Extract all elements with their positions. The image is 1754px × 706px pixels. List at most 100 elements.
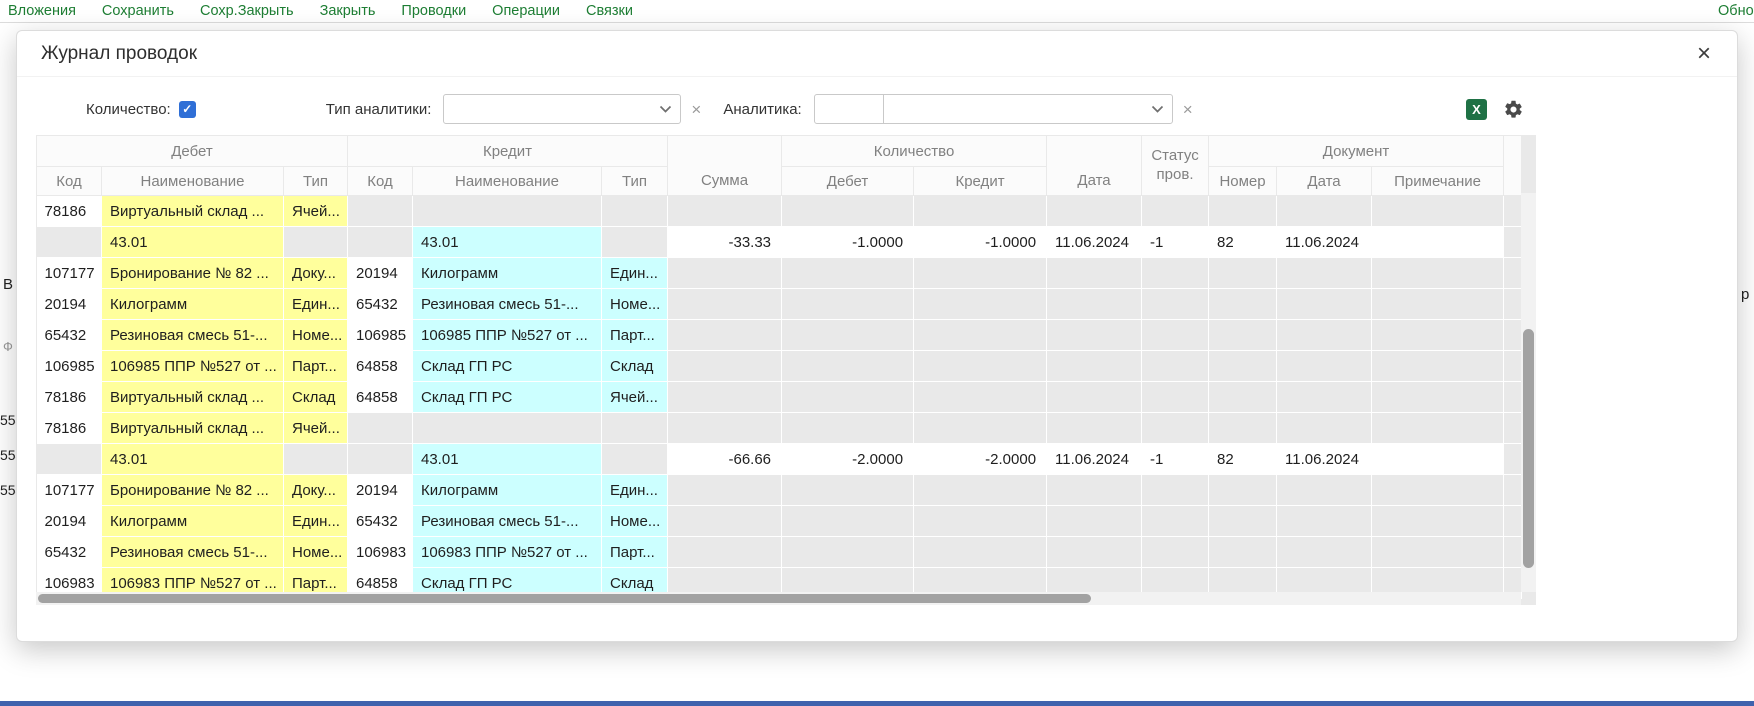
cell[interactable]: Номе... bbox=[602, 289, 668, 320]
cell[interactable]: Склад bbox=[284, 382, 348, 413]
clear-analytics-button[interactable]: × bbox=[1183, 101, 1193, 118]
cell[interactable] bbox=[782, 258, 914, 289]
cell[interactable]: 43.01 bbox=[413, 227, 602, 258]
cell[interactable]: Парт... bbox=[602, 537, 668, 568]
cell[interactable]: Номе... bbox=[284, 320, 348, 351]
cell[interactable]: 106983 bbox=[348, 537, 413, 568]
cell[interactable] bbox=[668, 320, 782, 351]
cell[interactable]: Килограмм bbox=[102, 506, 284, 537]
cell[interactable] bbox=[1209, 258, 1277, 289]
cell[interactable]: Виртуальный склад ... bbox=[102, 413, 284, 444]
cell[interactable]: Резиновая смесь 51-... bbox=[413, 289, 602, 320]
cell[interactable]: -1.0000 bbox=[782, 227, 914, 258]
analytics-type-select[interactable] bbox=[443, 94, 681, 124]
cell[interactable]: -2.0000 bbox=[782, 444, 914, 475]
cell[interactable] bbox=[914, 320, 1047, 351]
cell[interactable] bbox=[914, 196, 1047, 227]
cell[interactable] bbox=[284, 227, 348, 258]
cell[interactable] bbox=[782, 351, 914, 382]
cell[interactable] bbox=[1209, 320, 1277, 351]
cell[interactable] bbox=[413, 413, 602, 444]
toolbar-item[interactable]: Сохр.Закрыть bbox=[200, 3, 294, 19]
cell[interactable] bbox=[782, 413, 914, 444]
cell[interactable] bbox=[782, 382, 914, 413]
horizontal-scrollbar-thumb[interactable] bbox=[38, 594, 1091, 603]
clear-analytics-type-button[interactable]: × bbox=[691, 101, 701, 118]
cell[interactable]: Номе... bbox=[284, 537, 348, 568]
cell[interactable]: 65432 bbox=[37, 320, 102, 351]
cell[interactable]: Бронирование № 82 ... bbox=[102, 258, 284, 289]
cell[interactable]: 11.06.2024 bbox=[1047, 444, 1142, 475]
cell[interactable] bbox=[914, 506, 1047, 537]
cell[interactable]: Килограмм bbox=[102, 289, 284, 320]
cell[interactable] bbox=[348, 227, 413, 258]
cell[interactable]: 20194 bbox=[37, 289, 102, 320]
settings-gear-button[interactable] bbox=[1503, 99, 1524, 120]
cell[interactable] bbox=[1047, 537, 1142, 568]
analytics-code-input[interactable] bbox=[814, 94, 884, 124]
cell[interactable]: Един... bbox=[602, 475, 668, 506]
cell[interactable] bbox=[782, 320, 914, 351]
cell[interactable] bbox=[782, 196, 914, 227]
cell[interactable] bbox=[602, 227, 668, 258]
table-row[interactable]: 43.0143.01-33.33-1.0000-1.000011.06.2024… bbox=[37, 227, 1522, 258]
table-row[interactable]: 65432Резиновая смесь 51-...Номе...106983… bbox=[37, 537, 1522, 568]
cell[interactable]: Един... bbox=[602, 258, 668, 289]
cell[interactable] bbox=[914, 413, 1047, 444]
cell[interactable]: Един... bbox=[284, 506, 348, 537]
cell[interactable]: Ячей... bbox=[602, 382, 668, 413]
cell[interactable] bbox=[1142, 537, 1209, 568]
cell[interactable] bbox=[1142, 320, 1209, 351]
cell[interactable] bbox=[1047, 196, 1142, 227]
cell[interactable] bbox=[1047, 475, 1142, 506]
table-row[interactable]: 20194КилограммЕдин...65432Резиновая смес… bbox=[37, 506, 1522, 537]
cell[interactable]: -1 bbox=[1142, 227, 1209, 258]
cell[interactable]: Бронирование № 82 ... bbox=[102, 475, 284, 506]
toolbar-item[interactable]: Вложения bbox=[8, 3, 76, 19]
cell[interactable] bbox=[1142, 475, 1209, 506]
cell[interactable]: 106983 ППР №527 от ... bbox=[413, 537, 602, 568]
analytics-select[interactable] bbox=[883, 94, 1173, 124]
cell[interactable]: Склад bbox=[602, 351, 668, 382]
cell[interactable]: Парт... bbox=[602, 320, 668, 351]
cell[interactable]: 106985 bbox=[348, 320, 413, 351]
cell[interactable] bbox=[1142, 382, 1209, 413]
cell[interactable] bbox=[1047, 506, 1142, 537]
table-row[interactable]: 65432Резиновая смесь 51-...Номе...106985… bbox=[37, 320, 1522, 351]
cell[interactable]: 107177 bbox=[37, 475, 102, 506]
table-row[interactable]: 78186Виртуальный склад ...Ячей... bbox=[37, 413, 1522, 444]
cell[interactable]: Ячей... bbox=[284, 413, 348, 444]
cell[interactable] bbox=[1209, 537, 1277, 568]
cell[interactable] bbox=[1277, 351, 1372, 382]
cell[interactable]: Килограмм bbox=[413, 258, 602, 289]
cell[interactable] bbox=[1142, 351, 1209, 382]
cell[interactable] bbox=[782, 506, 914, 537]
close-icon[interactable]: × bbox=[1697, 42, 1711, 66]
cell[interactable] bbox=[782, 537, 914, 568]
cell[interactable] bbox=[668, 506, 782, 537]
cell[interactable]: 78186 bbox=[37, 196, 102, 227]
cell[interactable] bbox=[1209, 289, 1277, 320]
cell[interactable] bbox=[914, 289, 1047, 320]
vertical-scrollbar-thumb[interactable] bbox=[1523, 329, 1534, 568]
cell[interactable] bbox=[1047, 413, 1142, 444]
cell[interactable]: 82 bbox=[1209, 444, 1277, 475]
cell[interactable] bbox=[1372, 475, 1504, 506]
cell[interactable] bbox=[1372, 444, 1504, 475]
cell[interactable]: 43.01 bbox=[102, 444, 284, 475]
cell[interactable] bbox=[1372, 320, 1504, 351]
cell[interactable] bbox=[782, 289, 914, 320]
cell[interactable] bbox=[1209, 351, 1277, 382]
cell[interactable] bbox=[668, 537, 782, 568]
table-row[interactable]: 78186Виртуальный склад ...Склад64858Скла… bbox=[37, 382, 1522, 413]
cell[interactable]: Резиновая смесь 51-... bbox=[102, 320, 284, 351]
cell[interactable] bbox=[1142, 258, 1209, 289]
cell[interactable]: Парт... bbox=[284, 351, 348, 382]
cell[interactable]: 82 bbox=[1209, 227, 1277, 258]
table-row[interactable]: 78186Виртуальный склад ...Ячей... bbox=[37, 196, 1522, 227]
cell[interactable] bbox=[1277, 475, 1372, 506]
cell[interactable] bbox=[1142, 506, 1209, 537]
cell[interactable] bbox=[602, 196, 668, 227]
cell[interactable] bbox=[1372, 506, 1504, 537]
cell[interactable]: 106985 ППР №527 от ... bbox=[102, 351, 284, 382]
